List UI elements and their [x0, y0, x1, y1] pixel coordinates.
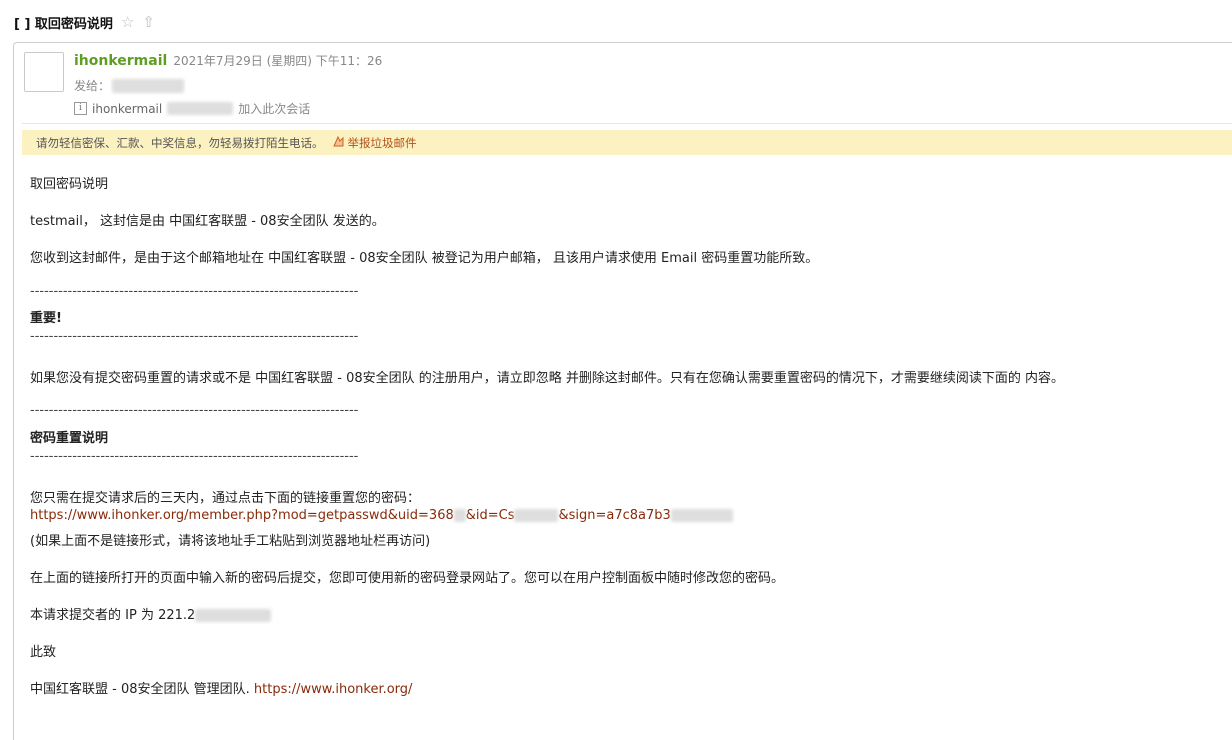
mail-subject: [ ] 取回密码说明 [14, 16, 113, 32]
sender-name[interactable]: ihonkermail [74, 53, 167, 69]
redacted-id [514, 509, 559, 522]
mail-frame: ihonkermail 2021年7月29日 (星期四) 下午11：26 发给：… [13, 42, 1232, 740]
after-submit-text: 在上面的链接所打开的页面中输入新的密码后提交，您即可使用新的密码登录网站了。您可… [30, 571, 785, 586]
important-title: 重要! [30, 311, 62, 326]
ip-line: 本请求提交者的 IP 为 221.2 [30, 604, 272, 623]
signature-line: 中国红客联盟 - 08安全团队 管理团队. https://www.ihonke… [30, 678, 412, 697]
redacted-uid [453, 509, 466, 522]
signature-text: 中国红客联盟 - 08安全团队 管理团队. [30, 682, 254, 697]
body-title: 取回密码说明 [30, 177, 109, 192]
security-warning-bar: 请勿轻信密保、汇款、中奖信息，勿轻易拨打陌生电话。 举报垃圾邮件 [22, 130, 1232, 155]
separator: ----------------------------------------… [30, 284, 359, 299]
mail-view: [ ] 取回密码说明 ☆ ⇧ ihonkermail 2021年7月29日 (星… [0, 0, 1232, 740]
body-greeting: testmail， 这封信是由 中国红客联盟 - 08安全团队 发送的。 [30, 214, 385, 229]
mail-date: 2021年7月29日 (星期四) 下午11：26 [173, 54, 383, 68]
redacted-recipient [112, 78, 185, 93]
conversation-info: i ihonkermail 加入此次会话 [74, 100, 310, 117]
reset-link-part[interactable]: &sign=a7c8a7b3 [558, 508, 670, 523]
body-reason: 您收到这封邮件，是由于这个邮箱地址在 中国红客联盟 - 08安全团队 被登记为用… [30, 251, 819, 266]
reset-link[interactable]: https://www.ihonker.org/member.php?mod=g… [30, 508, 733, 523]
reset-link-part[interactable]: &id=Cs [466, 508, 515, 523]
separator: ----------------------------------------… [30, 329, 359, 344]
reset-intro: 您只需在提交请求后的三天内，通过点击下面的链接重置您的密码： [30, 491, 421, 506]
star-outline-icon[interactable]: ☆ [121, 14, 134, 30]
important-text: 如果您没有提交密码重置的请求或不是 中国红客联盟 - 08安全团队 的注册用户，… [30, 371, 1065, 386]
reset-hint: (如果上面不是链接形式，请将该地址手工粘贴到浏览器地址栏再访问) [30, 534, 431, 549]
recipient-line: 发给： [74, 77, 185, 94]
info-sender[interactable]: ihonkermail [92, 102, 162, 116]
warning-text: 请勿轻信密保、汇款、中奖信息，勿轻易拨打陌生电话。 [36, 135, 324, 150]
signature-link[interactable]: https://www.ihonker.org/ [254, 682, 413, 697]
info-suffix: 加入此次会话 [238, 102, 311, 116]
report-spam-link[interactable]: 举报垃圾邮件 [348, 135, 417, 151]
to-label: 发给： [74, 79, 111, 93]
arrow-up-icon[interactable]: ⇧ [142, 14, 155, 30]
regards: 此致 [30, 645, 57, 660]
header-divider [22, 123, 1232, 124]
separator: ----------------------------------------… [30, 449, 359, 464]
reset-title: 密码重置说明 [30, 431, 109, 446]
redacted-sign [670, 509, 733, 522]
sender-line: ihonkermail 2021年7月29日 (星期四) 下午11：26 [74, 52, 382, 70]
reset-link-part[interactable]: https://www.ihonker.org/member.php?mod=g… [30, 508, 454, 523]
redacted-info [167, 102, 234, 115]
ip-text: 本请求提交者的 IP 为 221.2 [30, 608, 196, 623]
report-spam-icon-svg [332, 135, 343, 146]
redacted-ip [195, 609, 272, 622]
info-icon: i [74, 102, 87, 115]
avatar[interactable] [24, 52, 64, 92]
separator: ----------------------------------------… [30, 403, 359, 418]
report-spam-icon[interactable] [332, 135, 345, 151]
subject-bar: [ ] 取回密码说明 ☆ ⇧ [14, 11, 155, 33]
